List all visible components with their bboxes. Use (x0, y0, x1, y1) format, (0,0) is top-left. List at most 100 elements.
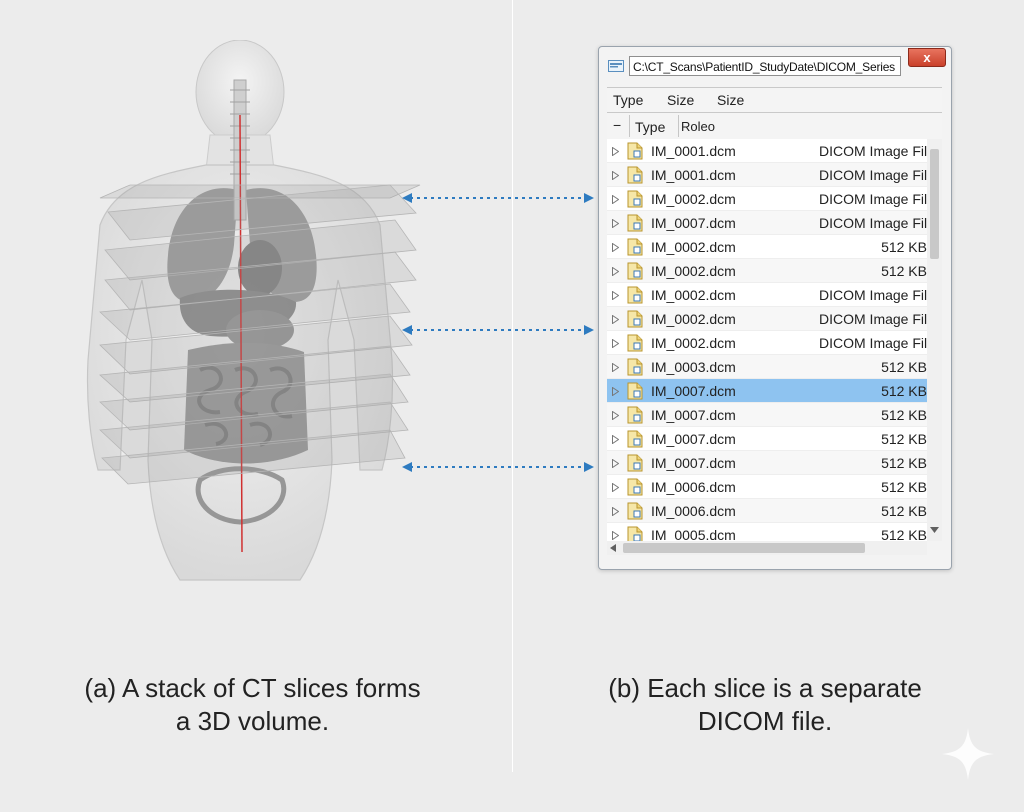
file-size: 512 KB (881, 431, 927, 447)
triangle-right-icon[interactable] (612, 483, 619, 492)
file-name: IM_0006.dcm (651, 479, 736, 495)
file-name: IM_0002.dcm (651, 263, 736, 279)
header-role-column[interactable]: Roleo (681, 119, 715, 134)
triangle-right-icon[interactable] (612, 147, 619, 156)
triangle-right-icon[interactable] (612, 363, 619, 372)
file-name: IM_0007.dcm (651, 215, 736, 231)
file-name: IM_0007.dcm (651, 431, 736, 447)
triangle-right-icon[interactable] (612, 243, 619, 252)
dicom-file-icon (627, 454, 643, 472)
file-row[interactable]: IM_0001.dcm DICOM Image File (607, 139, 927, 163)
file-size: 512 KB (881, 239, 927, 255)
file-row[interactable]: IM_0002.dcm 512 KB (607, 235, 927, 259)
file-size: 512 KB (881, 455, 927, 471)
file-name: IM_0002.dcm (651, 191, 736, 207)
file-row[interactable]: IM_0002.dcm DICOM Image File (607, 187, 927, 211)
scroll-down-icon[interactable] (930, 527, 939, 533)
triangle-right-icon[interactable] (612, 291, 619, 300)
column-separator[interactable] (678, 115, 679, 137)
file-type: DICOM Image File (819, 335, 927, 351)
file-row[interactable]: IM_0005.dcm 512 KB (607, 523, 927, 541)
header-type-column[interactable]: Type (635, 119, 665, 135)
dicom-file-icon (627, 214, 643, 232)
close-button[interactable]: x (908, 48, 946, 67)
triangle-right-icon[interactable] (612, 339, 619, 348)
dicom-file-icon (627, 142, 643, 160)
file-row[interactable]: IM_0006.dcm 512 KB (607, 475, 927, 499)
horizontal-scrollbar[interactable] (607, 541, 927, 555)
triangle-right-icon[interactable] (612, 435, 619, 444)
file-name: IM_0006.dcm (651, 503, 736, 519)
file-row[interactable]: IM_0002.dcm DICOM Image File (607, 307, 927, 331)
column-header-row: Type Size Size (607, 87, 942, 113)
horizontal-scroll-thumb[interactable] (623, 543, 865, 553)
dicom-file-icon (627, 334, 643, 352)
panel-divider (512, 0, 513, 772)
file-explorer-window: C:\CT_Scans\PatientID_StudyDate\DICOM_Se… (598, 46, 952, 570)
dicom-file-icon (627, 262, 643, 280)
file-row[interactable]: IM_0003.dcm 512 KB (607, 355, 927, 379)
file-row[interactable]: IM_0007.dcm 512 KB (607, 379, 927, 403)
file-row[interactable]: IM_0002.dcm DICOM Image File (607, 331, 927, 355)
file-name: IM_0002.dcm (651, 311, 736, 327)
caption-a: (a) A stack of CT slices forms a 3D volu… (30, 672, 475, 738)
header-size-2[interactable]: Size (717, 92, 744, 108)
triangle-right-icon[interactable] (612, 267, 619, 276)
file-type: DICOM Image File (819, 215, 927, 231)
title-bar: C:\CT_Scans\PatientID_StudyDate\DICOM_Se… (599, 47, 951, 85)
ct-body-illustration (86, 40, 421, 581)
file-name: IM_0002.dcm (651, 287, 736, 303)
dicom-file-icon (627, 190, 643, 208)
file-row[interactable]: IM_0002.dcm DICOM Image File (607, 283, 927, 307)
triangle-right-icon[interactable] (612, 459, 619, 468)
column-separator[interactable] (629, 115, 630, 137)
file-name: IM_0002.dcm (651, 239, 736, 255)
file-name: IM_0001.dcm (651, 143, 736, 159)
sparkle-icon (942, 728, 994, 780)
file-row[interactable]: IM_0002.dcm 512 KB (607, 259, 927, 283)
dicom-file-icon (627, 406, 643, 424)
file-row[interactable]: IM_0001.dcm DICOM Image File (607, 163, 927, 187)
header-size[interactable]: Size (667, 92, 694, 108)
collapse-toggle[interactable]: − (613, 117, 621, 133)
file-row[interactable]: IM_0006.dcm 512 KB (607, 499, 927, 523)
file-size: 512 KB (881, 383, 927, 399)
file-size: 512 KB (881, 479, 927, 495)
header-type[interactable]: Type (613, 92, 643, 108)
file-type: DICOM Image File (819, 287, 927, 303)
file-row[interactable]: IM_0007.dcm 512 KB (607, 403, 927, 427)
details-header-row: − Type Roleo (607, 113, 942, 140)
file-name: IM_0001.dcm (651, 167, 736, 183)
triangle-right-icon[interactable] (612, 411, 619, 420)
file-row[interactable]: IM_0007.dcm DICOM Image File (607, 211, 927, 235)
scroll-left-icon[interactable] (610, 544, 616, 552)
caption-b: (b) Each slice is a separate DICOM file. (560, 672, 970, 738)
triangle-right-icon[interactable] (612, 531, 619, 540)
vertical-scroll-thumb[interactable] (930, 149, 939, 259)
file-row[interactable]: IM_0007.dcm 512 KB (607, 427, 927, 451)
file-type: DICOM Image File (819, 191, 927, 207)
dicom-file-icon (627, 166, 643, 184)
file-name: IM_0002.dcm (651, 335, 736, 351)
dicom-file-icon (627, 238, 643, 256)
file-name: IM_0007.dcm (651, 455, 736, 471)
triangle-right-icon[interactable] (612, 195, 619, 204)
dicom-file-icon (627, 382, 643, 400)
file-row[interactable]: IM_0007.dcm 512 KB (607, 451, 927, 475)
file-name: IM_0005.dcm (651, 527, 736, 541)
caption-a-line-2: a 3D volume. (175, 706, 330, 736)
dicom-file-icon (627, 526, 643, 541)
triangle-right-icon[interactable] (612, 387, 619, 396)
file-name: IM_0007.dcm (651, 407, 736, 423)
triangle-right-icon[interactable] (612, 171, 619, 180)
triangle-right-icon[interactable] (612, 315, 619, 324)
caption-a-line-1: (a) A stack of CT slices forms (84, 673, 421, 703)
triangle-right-icon[interactable] (612, 507, 619, 516)
address-bar[interactable]: C:\CT_Scans\PatientID_StudyDate\DICOM_Se… (629, 56, 901, 76)
file-size: 512 KB (881, 359, 927, 375)
vertical-scrollbar[interactable] (927, 139, 942, 541)
triangle-right-icon[interactable] (612, 219, 619, 228)
file-size: 512 KB (881, 503, 927, 519)
dicom-file-icon (627, 358, 643, 376)
dicom-file-icon (627, 430, 643, 448)
